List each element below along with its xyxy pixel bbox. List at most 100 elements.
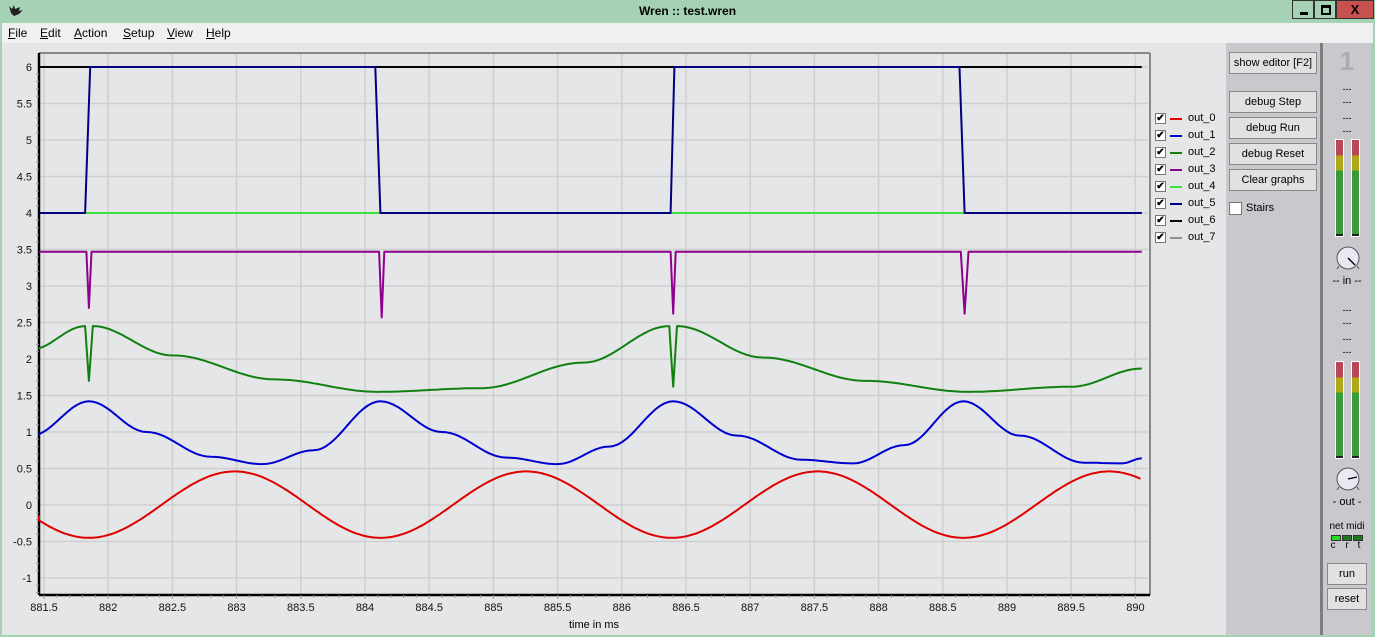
y-tick-label: 2.5 bbox=[17, 318, 32, 330]
debug-step-button[interactable]: debug Step bbox=[1229, 91, 1317, 113]
legend-item-out-4[interactable]: ✔ out_4 bbox=[1155, 180, 1225, 197]
y-tick-label: 1 bbox=[26, 427, 32, 439]
input-label: -- in -- bbox=[1332, 275, 1362, 287]
legend-checkbox[interactable]: ✔ bbox=[1155, 164, 1166, 175]
menu-file[interactable]: File bbox=[8, 26, 27, 40]
y-tick-label: 4 bbox=[26, 208, 32, 220]
x-tick-label: 888.5 bbox=[929, 602, 957, 614]
legend-swatch bbox=[1170, 220, 1182, 222]
legend-item-out-7[interactable]: ✔ out_7 bbox=[1155, 231, 1225, 248]
meter-readout: --- bbox=[1342, 113, 1352, 123]
series-lines bbox=[38, 66, 1142, 539]
y-tick-label: 2 bbox=[26, 354, 32, 366]
checkbox-box[interactable] bbox=[1229, 202, 1242, 215]
legend-label: out_3 bbox=[1188, 163, 1216, 175]
reset-button[interactable]: reset bbox=[1327, 588, 1367, 610]
menu-mnemonic: A bbox=[74, 26, 83, 40]
menu-label: elp bbox=[214, 26, 231, 40]
window-title: Wren :: test.wren bbox=[638, 4, 737, 18]
debug-run-button[interactable]: debug Run bbox=[1229, 117, 1317, 139]
x-tick-label: 885 bbox=[484, 602, 502, 614]
legend-swatch bbox=[1170, 169, 1182, 171]
legend-swatch bbox=[1170, 203, 1182, 205]
legend-checkbox[interactable]: ✔ bbox=[1155, 232, 1166, 243]
legend-checkbox[interactable]: ✔ bbox=[1155, 215, 1166, 226]
led-label-t: t bbox=[1357, 540, 1361, 551]
legend: ✔ out_0 ✔ out_1 ✔ out_2 ✔ out_3 ✔ out_4 ✔ out_5 ✔ out… bbox=[1155, 112, 1225, 248]
menu-setup[interactable]: Setup bbox=[123, 26, 154, 40]
legend-item-out-5[interactable]: ✔ out_5 bbox=[1155, 197, 1225, 214]
output-gain-knob[interactable] bbox=[1336, 467, 1360, 491]
y-tick-label: 3 bbox=[26, 281, 32, 293]
clear-graphs-button[interactable]: Clear graphs bbox=[1229, 169, 1317, 191]
graph-chart[interactable]: 881.5 882 882.5 883 883.5 884 884.5 885 885.5 886… bbox=[2, 43, 1226, 635]
minimize-button[interactable] bbox=[1292, 0, 1314, 19]
output-meter-left bbox=[1335, 361, 1344, 459]
menu-mnemonic: V bbox=[167, 26, 175, 40]
maximize-icon bbox=[1321, 5, 1331, 15]
legend-item-out-6[interactable]: ✔ out_6 bbox=[1155, 214, 1225, 231]
x-tick-label: 887 bbox=[741, 602, 759, 614]
meter-readout: --- bbox=[1342, 318, 1352, 328]
meter-readout: --- bbox=[1342, 305, 1352, 315]
y-tick-label: 4.5 bbox=[17, 172, 32, 184]
meter-readout: --- bbox=[1342, 334, 1352, 344]
client-area: 881.5 882 882.5 883 883.5 884 884.5 885 885.5 886… bbox=[2, 43, 1373, 635]
y-tick-label: 6 bbox=[26, 62, 32, 74]
menu-edit[interactable]: Edit bbox=[40, 26, 61, 40]
output-meter-right bbox=[1351, 361, 1360, 459]
legend-swatch bbox=[1170, 152, 1182, 154]
legend-item-out-2[interactable]: ✔ out_2 bbox=[1155, 146, 1225, 163]
menu-action[interactable]: Action bbox=[74, 26, 107, 40]
x-tick-label: 884 bbox=[356, 602, 374, 614]
legend-item-out-0[interactable]: ✔ out_0 bbox=[1155, 112, 1225, 129]
legend-item-out-1[interactable]: ✔ out_1 bbox=[1155, 129, 1225, 146]
x-tick-label: 889 bbox=[998, 602, 1016, 614]
legend-checkbox[interactable]: ✔ bbox=[1155, 147, 1166, 158]
menu-view[interactable]: View bbox=[167, 26, 193, 40]
y-tick-label: 1.5 bbox=[17, 391, 32, 403]
x-tick-label: 881.5 bbox=[30, 602, 58, 614]
legend-swatch bbox=[1170, 118, 1182, 120]
axes bbox=[37, 52, 1151, 597]
input-meter-left bbox=[1335, 139, 1344, 237]
x-tick-label: 882.5 bbox=[159, 602, 187, 614]
legend-label: out_5 bbox=[1188, 197, 1216, 209]
legend-checkbox[interactable]: ✔ bbox=[1155, 113, 1166, 124]
y-tick-label: 5.5 bbox=[17, 99, 32, 111]
stairs-label: Stairs bbox=[1246, 202, 1275, 214]
x-tick-label: 883.5 bbox=[287, 602, 315, 614]
y-tick-label: -0.5 bbox=[13, 537, 32, 549]
x-axis-ticks: 881.5 882 882.5 883 883.5 884 884.5 885 885.5 886… bbox=[30, 595, 1145, 614]
control-panel: show editor [F2] debug Step debug Run de… bbox=[1226, 43, 1320, 635]
x-tick-label: 888 bbox=[869, 602, 887, 614]
minimize-icon bbox=[1300, 12, 1308, 15]
debug-reset-button[interactable]: debug Reset bbox=[1229, 143, 1317, 165]
x-tick-label: 886 bbox=[613, 602, 631, 614]
legend-checkbox[interactable]: ✔ bbox=[1155, 198, 1166, 209]
legend-checkbox[interactable]: ✔ bbox=[1155, 130, 1166, 141]
close-button[interactable]: X bbox=[1336, 0, 1374, 19]
show-editor-button[interactable]: show editor [F2] bbox=[1229, 52, 1317, 74]
title-bar: Wren :: test.wren X bbox=[0, 0, 1375, 23]
x-tick-label: 889.5 bbox=[1057, 602, 1085, 614]
x-tick-label: 882 bbox=[99, 602, 117, 614]
legend-label: out_7 bbox=[1188, 231, 1216, 243]
legend-label: out_4 bbox=[1188, 180, 1216, 192]
output-label: - out - bbox=[1332, 496, 1362, 508]
input-gain-knob[interactable] bbox=[1336, 246, 1360, 270]
run-button[interactable]: run bbox=[1327, 563, 1367, 585]
x-tick-label: 884.5 bbox=[415, 602, 443, 614]
menu-help[interactable]: Help bbox=[206, 26, 231, 40]
menu-label: ile bbox=[15, 26, 28, 40]
y-tick-label: 5 bbox=[26, 135, 32, 147]
meter-readout: --- bbox=[1342, 347, 1352, 357]
legend-checkbox[interactable]: ✔ bbox=[1155, 181, 1166, 192]
mixer-strip: 1 --- --- --- --- -- in -- --- --- --- -… bbox=[1323, 43, 1371, 635]
legend-swatch bbox=[1170, 186, 1182, 188]
menu-label: dit bbox=[48, 26, 61, 40]
x-tick-label: 883 bbox=[227, 602, 245, 614]
legend-item-out-3[interactable]: ✔ out_3 bbox=[1155, 163, 1225, 180]
menu-mnemonic: H bbox=[206, 26, 215, 40]
maximize-button[interactable] bbox=[1314, 0, 1336, 19]
